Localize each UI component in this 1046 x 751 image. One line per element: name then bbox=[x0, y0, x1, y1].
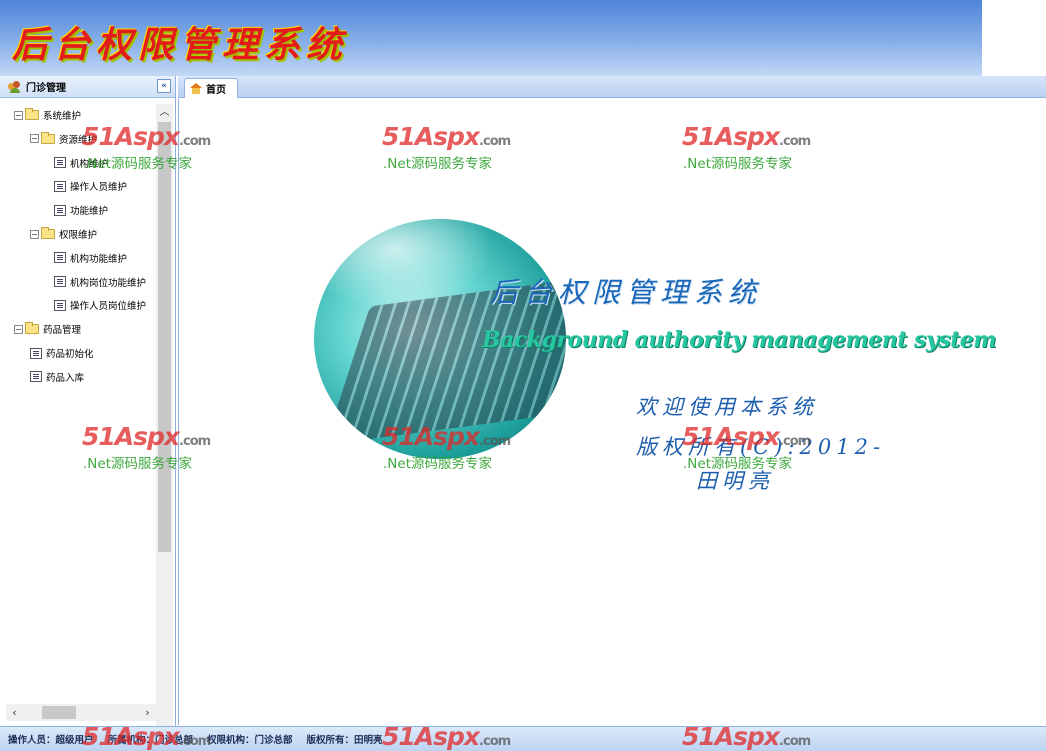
main-content: 后台权限管理系统 Background authority management… bbox=[178, 99, 1046, 725]
page-icon bbox=[54, 299, 66, 311]
tree-item-label: 功能维护 bbox=[70, 206, 109, 218]
welcome-title: 后台权限管理系统 bbox=[490, 276, 763, 309]
welcome-subtitle: Background authority management system bbox=[482, 327, 997, 353]
tree-item-label: 机构功能维护 bbox=[70, 253, 128, 265]
app-window: 后台权限管理系统 门诊管理 « − 系统维护 − 资源维护机构维护操作人员维护 功能维护… bbox=[0, 0, 1046, 751]
page-icon bbox=[54, 180, 66, 192]
tree-folder[interactable]: − 系统维护 bbox=[14, 108, 81, 122]
page-icon bbox=[30, 371, 42, 383]
folder-icon bbox=[41, 131, 55, 144]
tree-item[interactable]: 机构维护 bbox=[54, 156, 108, 170]
tree-item-label: 系统维护 bbox=[43, 111, 82, 122]
app-title: 后台权限管理系统 bbox=[12, 24, 349, 66]
welcome-banner: 后台权限管理系统 Background authority management… bbox=[314, 219, 997, 493]
users-icon bbox=[8, 80, 22, 93]
scroll-thumb-horizontal[interactable] bbox=[42, 706, 76, 719]
page-icon bbox=[54, 276, 66, 288]
page-icon bbox=[54, 157, 66, 169]
tab-home[interactable]: 首页 bbox=[184, 78, 238, 98]
scroll-right-icon[interactable]: › bbox=[139, 704, 156, 721]
tab-label: 首页 bbox=[206, 85, 226, 96]
status-operator: 操作人员：超级用户 bbox=[8, 735, 94, 746]
tree-item[interactable]: 机构岗位功能维护 bbox=[54, 275, 146, 289]
status-perm-org: 权限机构：门诊总部 bbox=[207, 735, 293, 746]
copyright-text: 版权所有(C):2012- bbox=[636, 435, 886, 459]
scroll-up-icon[interactable]: ︿ bbox=[156, 104, 173, 121]
app-header: 后台权限管理系统 bbox=[0, 0, 1046, 76]
collapse-toggle-icon[interactable]: − bbox=[14, 324, 23, 334]
header-blank-area bbox=[982, 0, 1046, 76]
tree-item-label: 药品入库 bbox=[46, 372, 85, 384]
tab-bar: 首页 bbox=[178, 76, 1046, 98]
menu-tree: − 系统维护 − 资源维护机构维护操作人员维护 功能维护 − 权限维护机构功能维护机构岗位功… bbox=[6, 104, 156, 710]
tree-item[interactable]: 操作人员岗位维护 bbox=[54, 298, 146, 312]
folder-icon bbox=[41, 227, 55, 239]
tree-item[interactable]: 药品初始化 bbox=[30, 346, 94, 360]
tree-item[interactable]: 机构功能维护 bbox=[54, 251, 127, 265]
tree-item[interactable]: 药品入库 bbox=[30, 370, 84, 384]
tree-folder[interactable]: − 资源维护 bbox=[30, 131, 98, 146]
collapse-toggle-icon[interactable]: − bbox=[30, 229, 39, 239]
author-text: 田明亮 bbox=[696, 469, 774, 493]
tree-item-label: 资源维护 bbox=[59, 134, 98, 146]
tree-item-label: 机构岗位功能维护 bbox=[70, 277, 147, 289]
tree-vertical-scrollbar[interactable]: ︿ ﹀ bbox=[156, 104, 173, 751]
tree-horizontal-scrollbar[interactable]: ‹ › bbox=[6, 704, 156, 721]
sidebar-panel: 门诊管理 « − 系统维护 − 资源维护机构维护操作人员维护 功能维护 − 权限维护机构功能… bbox=[0, 76, 176, 751]
collapse-toggle-icon[interactable]: − bbox=[30, 134, 39, 144]
folder-icon bbox=[25, 108, 39, 120]
page-icon bbox=[54, 252, 66, 264]
tree-item[interactable]: 功能维护 bbox=[54, 203, 108, 217]
tree-item-label: 药品初始化 bbox=[46, 349, 94, 360]
status-copyright: 版权所有：田明亮 bbox=[306, 735, 383, 746]
tree-folder[interactable]: − 权限维护 bbox=[30, 227, 97, 241]
collapse-toggle-icon[interactable]: − bbox=[14, 110, 23, 120]
sidebar-header: 门诊管理 « bbox=[0, 76, 175, 98]
scroll-left-icon[interactable]: ‹ bbox=[6, 704, 23, 721]
sidebar-title: 门诊管理 bbox=[26, 83, 66, 94]
welcome-text: 欢迎使用本系统 bbox=[636, 395, 818, 419]
status-bar: 操作人员：超级用户 所属机构：门诊总部 权限机构：门诊总部 版权所有：田明亮 bbox=[0, 726, 1046, 751]
tree-item-label: 药品管理 bbox=[43, 325, 82, 337]
tree-item-label: 权限维护 bbox=[59, 230, 98, 241]
page-icon bbox=[54, 204, 66, 216]
tree-item-label: 机构维护 bbox=[70, 158, 109, 170]
page-icon bbox=[30, 347, 42, 359]
tree-item-label: 操作人员岗位维护 bbox=[70, 301, 147, 313]
tree-item[interactable]: 操作人员维护 bbox=[54, 179, 127, 193]
collapse-sidebar-button[interactable]: « bbox=[157, 79, 171, 93]
folder-icon bbox=[25, 322, 39, 335]
tree-folder[interactable]: − 药品管理 bbox=[14, 322, 81, 336]
tree-item-label: 操作人员维护 bbox=[70, 182, 128, 194]
scroll-thumb[interactable] bbox=[158, 122, 171, 552]
status-org: 所属机构：门诊总部 bbox=[107, 735, 194, 746]
home-icon bbox=[190, 83, 202, 94]
